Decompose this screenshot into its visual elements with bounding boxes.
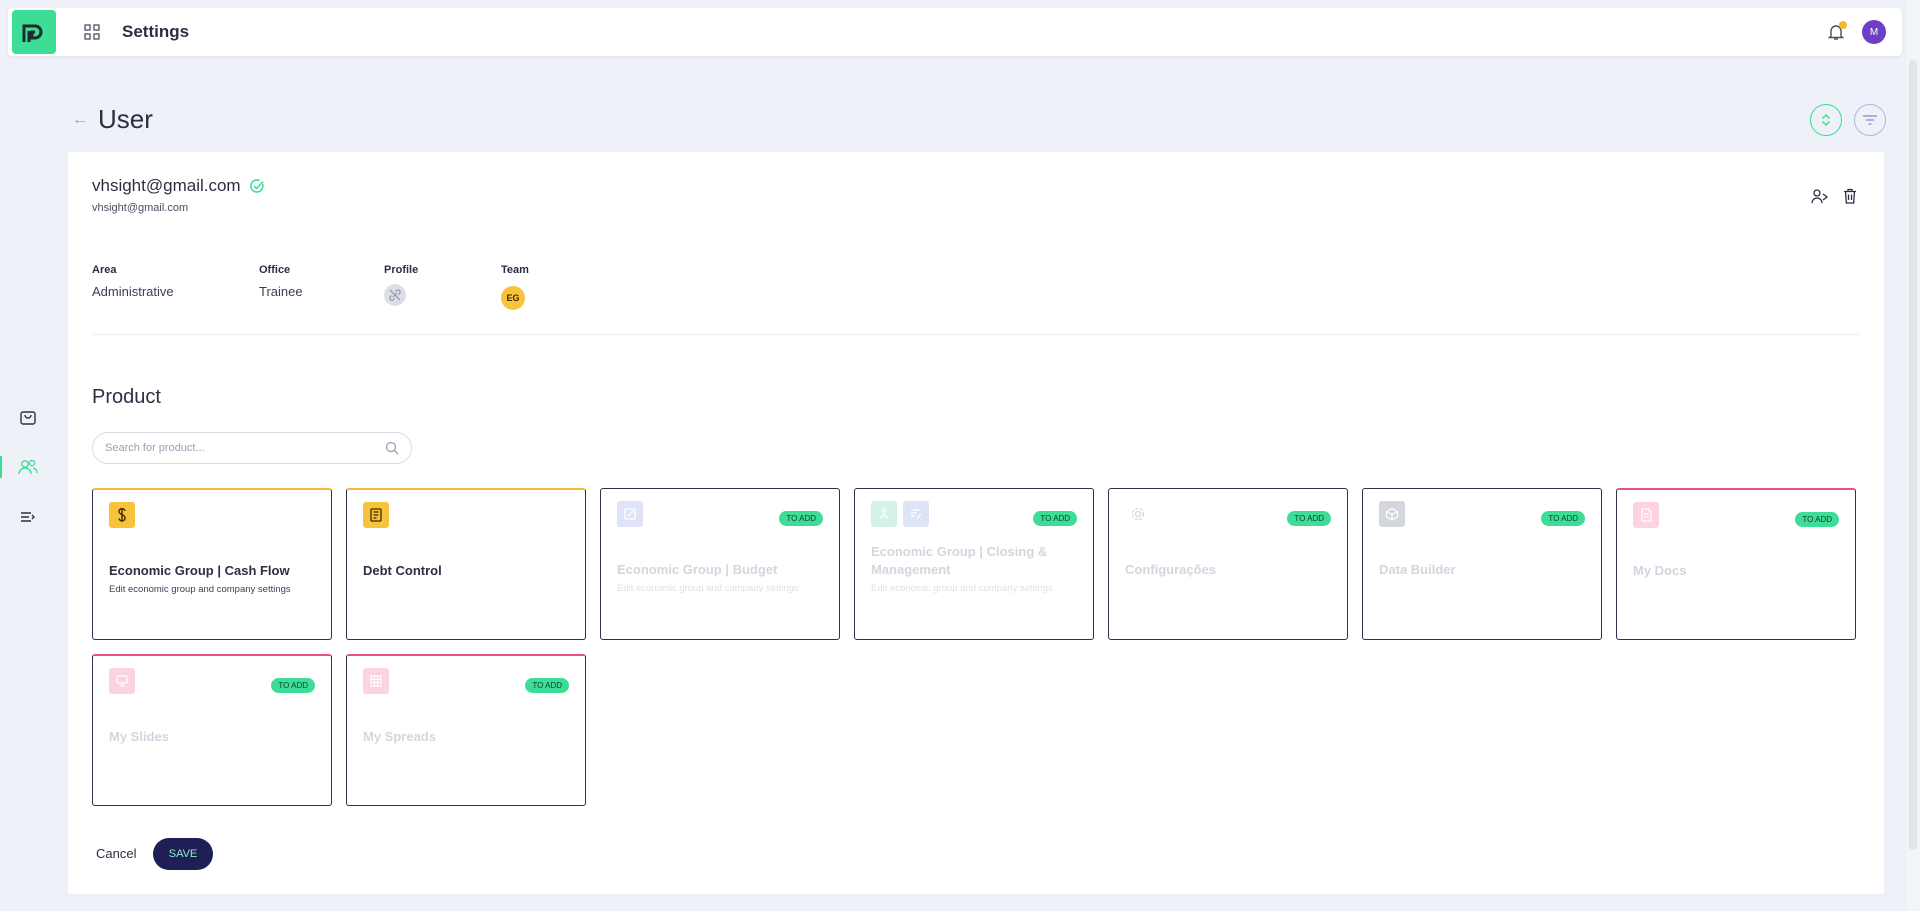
ledger-icon (363, 502, 389, 528)
edit-document-icon (617, 501, 643, 527)
team-field: Team EG (501, 264, 529, 310)
office-label: Office (259, 264, 291, 276)
user-email-title: vhsight@gmail.com (92, 176, 265, 196)
to-add-badge: TO ADD (525, 678, 569, 693)
spreadsheet-icon (363, 668, 389, 694)
cancel-button[interactable]: Cancel (96, 846, 136, 861)
user-email: vhsight@gmail.com (92, 176, 241, 195)
user-avatar[interactable]: M (1862, 20, 1886, 44)
product-card-closing-management[interactable]: TO ADD Economic Group | Closing & Manage… (854, 488, 1094, 640)
page-section-title: Settings (122, 22, 190, 41)
save-button[interactable]: SAVE (153, 838, 213, 870)
grid-icon (84, 24, 100, 40)
menu-collapse-icon (21, 512, 35, 522)
product-card-data-builder[interactable]: TO ADD Data Builder (1362, 488, 1602, 640)
bag-icon (20, 411, 36, 425)
product-card-my-slides[interactable]: TO ADD My Slides (92, 654, 332, 806)
sidebar-item-products[interactable] (0, 392, 56, 442)
dollar-icon (109, 502, 135, 528)
sidebar-item-users[interactable] (0, 442, 56, 492)
to-add-badge: TO ADD (779, 511, 823, 526)
page-scrollbar[interactable] (1906, 0, 1920, 911)
to-add-badge: TO ADD (1795, 512, 1839, 527)
area-label: Area (92, 264, 117, 276)
page-header: ← User (72, 104, 153, 135)
product-card-cash-flow[interactable]: Economic Group | Cash Flow Edit economic… (92, 488, 332, 640)
unlink-icon (389, 289, 401, 301)
scrollbar-thumb[interactable] (1909, 60, 1917, 850)
notification-dot (1839, 21, 1847, 29)
to-add-badge: TO ADD (1033, 511, 1077, 526)
product-desc: Edit economic group and company settings (109, 584, 291, 595)
side-nav (0, 392, 56, 542)
product-name: Debt Control (363, 563, 442, 578)
product-card-budget[interactable]: TO ADD Economic Group | Budget Edit econ… (600, 488, 840, 640)
user-card: vhsight@gmail.com vhsight@gmail.com Area… (68, 152, 1884, 894)
to-add-badge: TO ADD (1287, 511, 1331, 526)
document-icon (1633, 502, 1659, 528)
product-card-my-spreads[interactable]: TO ADD My Spreads (346, 654, 586, 806)
user-actions (1810, 186, 1860, 206)
product-name: My Spreads (363, 729, 436, 744)
product-search-input[interactable] (105, 442, 385, 454)
edit-list-icon (903, 501, 929, 527)
cube-icon (1379, 501, 1405, 527)
area-value: Administrative (92, 284, 174, 299)
verified-check-icon (249, 179, 264, 193)
product-name: Configurações (1125, 562, 1217, 577)
header-actions (1810, 104, 1886, 136)
user-info-fields: Area Administrative Office Trainee Profi… (92, 264, 529, 310)
product-card-my-docs[interactable]: TO ADD My Docs (1616, 488, 1856, 640)
product-name: Economic Group | Closing & Management (871, 544, 1048, 577)
app-logo[interactable] (12, 10, 56, 54)
team-chip[interactable]: EG (501, 286, 525, 310)
hierarchy-icon (871, 501, 897, 527)
profile-label: Profile (384, 264, 419, 276)
page-title: User (98, 104, 153, 134)
gear-icon (1125, 501, 1151, 527)
product-name: Economic Group | Cash Flow (109, 563, 290, 578)
product-desc: Edit economic group and company settings (871, 583, 1053, 594)
trash-icon (1844, 188, 1856, 204)
product-desc: Edit economic group and company settings (617, 583, 799, 594)
office-field: Office Trainee (259, 264, 384, 310)
divider (92, 334, 1860, 335)
product-name: My Docs (1633, 563, 1687, 578)
notifications-button[interactable] (1824, 20, 1848, 44)
product-name: My Slides (109, 729, 169, 744)
delete-user-button[interactable] (1840, 186, 1860, 206)
product-card-debt-control[interactable]: Debt Control (346, 488, 586, 640)
product-card-configuracoes[interactable]: TO ADD Configurações (1108, 488, 1348, 640)
product-name: Economic Group | Budget (617, 562, 778, 577)
filter-button[interactable] (1854, 104, 1886, 136)
search-icon[interactable] (385, 441, 399, 455)
back-arrow-icon[interactable]: ← (72, 111, 88, 129)
user-permissions-button[interactable] (1810, 186, 1830, 206)
filter-icon (1863, 115, 1877, 125)
top-bar: Settings M (8, 8, 1902, 56)
office-value: Trainee (259, 284, 303, 299)
to-add-badge: TO ADD (271, 678, 315, 693)
profile-chip[interactable] (384, 284, 406, 306)
logo-icon (22, 24, 43, 42)
profile-field: Profile (384, 264, 501, 310)
user-share-icon (1811, 189, 1829, 204)
team-label: Team (501, 264, 529, 276)
presentation-icon (109, 668, 135, 694)
product-name: Data Builder (1379, 562, 1456, 577)
user-email-subtitle: vhsight@gmail.com (92, 202, 189, 214)
product-section-title: Product (92, 386, 161, 408)
area-field: Area Administrative (92, 264, 259, 310)
sidebar-item-menu[interactable] (0, 492, 56, 542)
apps-grid-button[interactable] (78, 18, 106, 46)
product-search (92, 432, 412, 464)
expand-collapse-button[interactable] (1810, 104, 1842, 136)
users-icon (18, 459, 38, 475)
sort-arrows-icon (1821, 113, 1831, 127)
to-add-badge: TO ADD (1541, 511, 1585, 526)
